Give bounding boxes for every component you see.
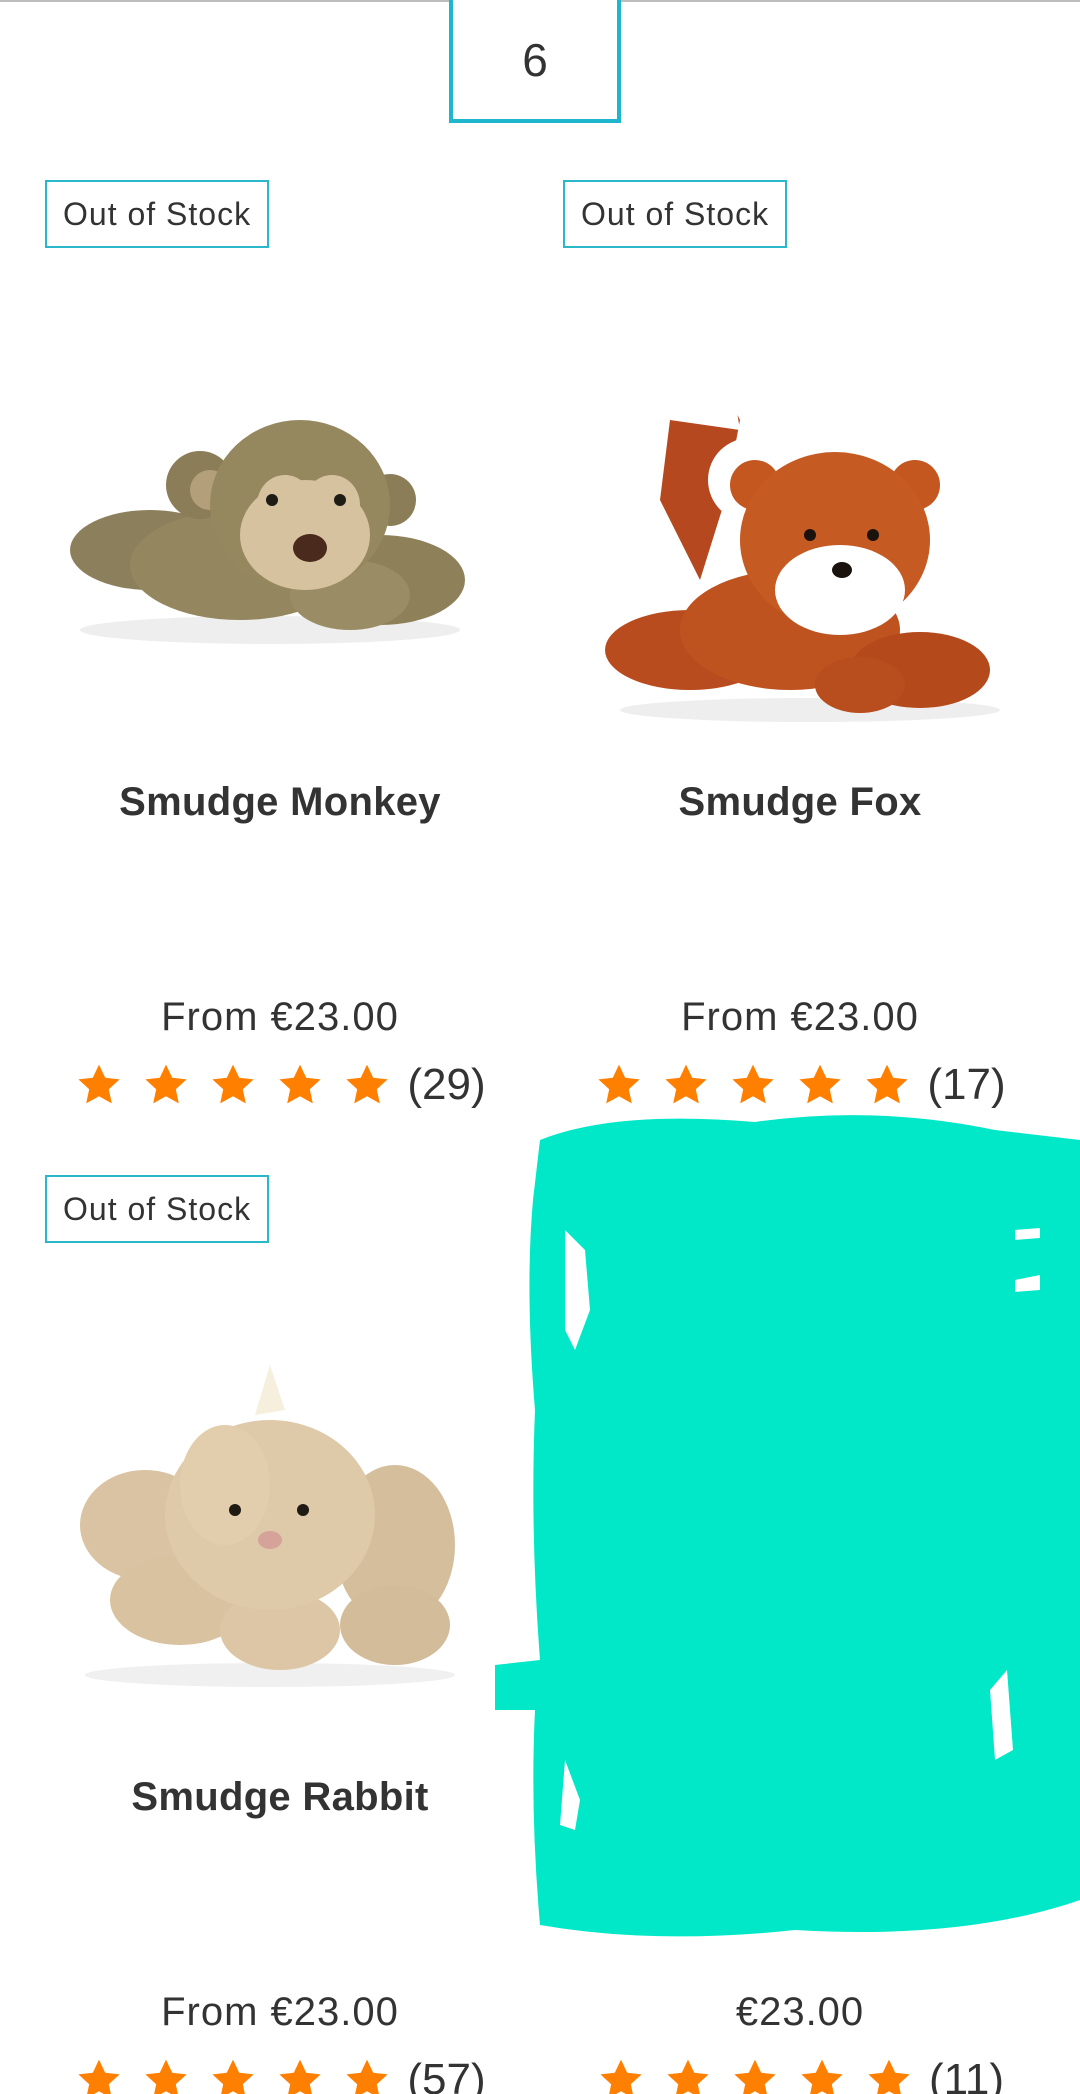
star-icon — [730, 2056, 780, 2094]
star-icon — [864, 2056, 914, 2094]
star-icon — [74, 2056, 124, 2094]
star-icon — [862, 1061, 912, 1109]
review-count: (11) — [929, 2055, 1004, 2094]
rating: (29) — [0, 1060, 560, 1110]
product-card[interactable]: Out of Stock Smudge Fox From €23.00 (17) — [540, 180, 1080, 1180]
product-price: €23.00 — [735, 1990, 865, 2034]
rabbit-plush-icon — [80, 1365, 455, 1687]
review-count: (29) — [407, 1060, 486, 1109]
product-image[interactable] — [565, 285, 1045, 775]
star-icon — [208, 1061, 258, 1109]
fox-plush-icon — [605, 340, 1000, 722]
rating: (57) — [0, 2055, 560, 2094]
product-title[interactable]: Smudge Monkey — [0, 780, 560, 825]
out-of-stock-badge: Out of Stock — [563, 180, 788, 248]
star-icon — [342, 2056, 392, 2094]
star-icon — [275, 1061, 325, 1109]
star-icon — [797, 2056, 847, 2094]
page-number: 6 — [522, 33, 548, 86]
product-title[interactable]: Smudge Rabbit — [0, 1775, 560, 1820]
review-count: (17) — [927, 1060, 1006, 1109]
star-icon — [141, 2056, 191, 2094]
star-icon — [728, 1061, 778, 1109]
star-icon — [342, 1061, 392, 1109]
star-icon — [663, 2056, 713, 2094]
out-of-stock-badge: Out of Stock — [45, 1175, 270, 1243]
product-price: From €23.00 — [681, 995, 919, 1039]
star-icon — [275, 2056, 325, 2094]
out-of-stock-badge: Out of Stock — [45, 180, 270, 248]
product-image[interactable] — [30, 1280, 510, 1770]
product-card[interactable]: Out of Stock Smudge Rabbit From €23.00 (… — [0, 1175, 540, 2094]
product-title[interactable]: Smudge Fox — [520, 780, 1080, 825]
review-count: (57) — [407, 2055, 486, 2094]
pagination-current-page[interactable]: 6 — [449, 0, 621, 123]
product-image[interactable] — [30, 285, 510, 775]
monkey-plush-icon — [70, 420, 465, 644]
redaction-scribble — [495, 1115, 1080, 1937]
star-icon — [208, 2056, 258, 2094]
star-icon — [661, 1061, 711, 1109]
rating: (11) — [520, 2055, 1080, 2094]
star-icon — [795, 1061, 845, 1109]
star-icon — [596, 2056, 646, 2094]
product-price: From €23.00 — [161, 1990, 399, 2034]
star-icon — [141, 1061, 191, 1109]
product-price: From €23.00 — [161, 995, 399, 1039]
star-icon — [594, 1061, 644, 1109]
rating: (17) — [520, 1060, 1080, 1110]
star-icon — [74, 1061, 124, 1109]
product-card[interactable]: Out of Stock Smudge Monkey From €23.00 (… — [0, 180, 540, 1180]
